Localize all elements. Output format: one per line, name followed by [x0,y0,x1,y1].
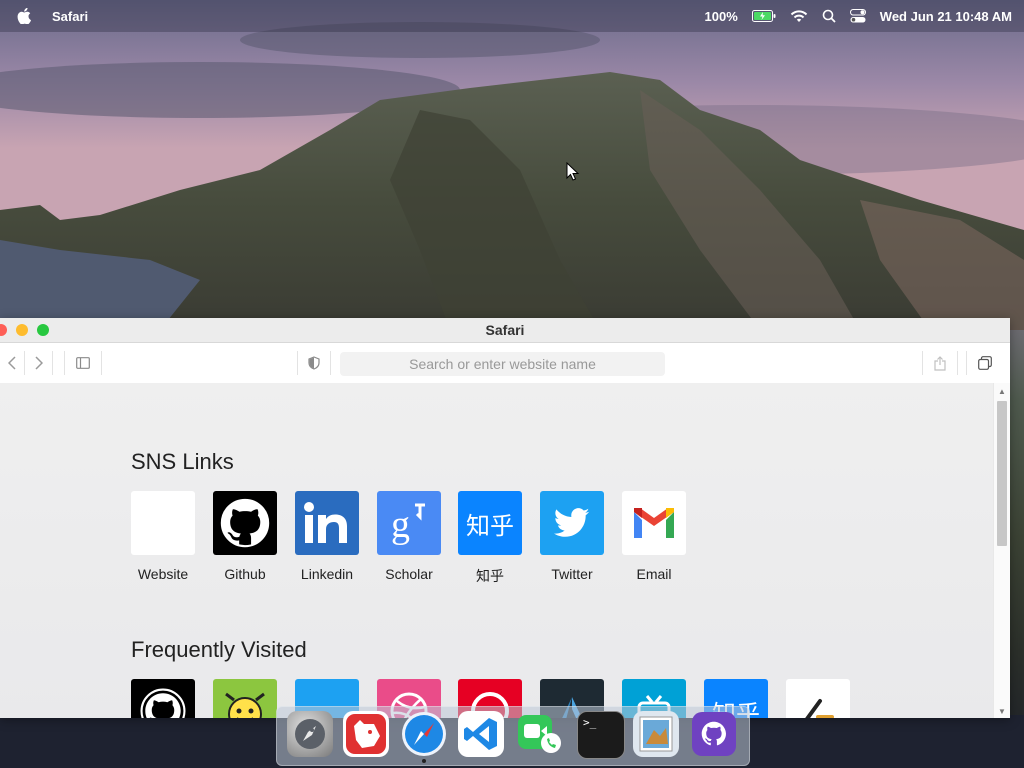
linkedin-icon [304,502,347,543]
spotlight-search-icon[interactable] [822,9,836,23]
linkedin-label: Linkedin [300,566,354,582]
github-icon [140,688,186,718]
chevron-right-icon [34,356,43,370]
zhihu-icon: 知乎 [466,511,514,540]
menu-app-name[interactable]: Safari [52,9,88,24]
tabs-icon [978,356,992,370]
scholar-link[interactable]: g [377,491,441,555]
address-bar-input[interactable] [340,352,665,376]
dock-safari[interactable] [401,711,447,757]
battery-percent: 100% [704,8,738,24]
dock: >_ [276,706,750,766]
scroll-down-arrow-icon[interactable]: ▼ [998,707,1006,716]
zhihu-label: 知乎 [476,568,504,584]
chevron-left-icon [8,356,16,370]
dock-github[interactable] [691,711,737,757]
window-title: Safari [485,322,525,338]
shield-icon [308,356,320,370]
email-link[interactable] [622,491,686,555]
github-label: Github [224,566,266,582]
bear-icon [346,714,386,754]
sidebar-icon [76,357,90,369]
github-icon [220,498,270,548]
safari-window: Safari SNS Links Website G [0,318,1010,718]
menu-bar: Safari 100% Wed Jun 21 10:48 AM [0,0,1024,32]
website-label: Website [137,566,189,582]
smiley-icon [225,692,265,718]
github-icon [692,712,736,756]
wifi-icon[interactable] [790,9,808,23]
title-bar[interactable]: Safari [0,318,1010,343]
menu-clock[interactable]: Wed Jun 21 10:48 AM [880,9,1012,24]
control-center-icon[interactable] [849,9,866,23]
frequent-smiley[interactable] [213,679,277,718]
vscode-icon [464,718,497,750]
zhihu-link[interactable]: 知乎 [458,491,522,555]
safari-icon [402,712,446,756]
start-page: SNS Links Website Github Linkedin g Scho… [0,383,994,718]
preview-icon [639,716,673,752]
twitter-link[interactable] [540,491,604,555]
safari-running-indicator [422,759,426,763]
privacy-report-button[interactable] [297,351,331,375]
linkedin-link[interactable] [295,491,359,555]
toolbar [0,343,1010,384]
zoom-window-button[interactable] [37,324,49,336]
dock-bear[interactable] [343,711,389,757]
scholar-label: Scholar [385,566,433,582]
forward-button[interactable] [25,351,53,375]
twitter-label: Twitter [551,566,593,582]
share-button[interactable] [922,351,958,375]
close-window-button[interactable] [0,324,7,336]
github-link[interactable] [213,491,277,555]
dock-facetime[interactable] [517,711,563,757]
scroll-up-arrow-icon[interactable]: ▲ [998,387,1006,396]
svg-text:g: g [391,504,410,546]
dock-vscode[interactable] [458,711,504,757]
launchpad-icon [295,719,325,749]
dock-preview[interactable] [633,711,679,757]
dock-terminal[interactable]: >_ [577,711,625,759]
share-icon [934,355,946,371]
frequent-github[interactable] [131,679,195,718]
dock-launchpad[interactable] [287,711,333,757]
sidebar-toggle-button[interactable] [64,351,102,375]
vertical-scrollbar[interactable]: ▲ ▼ [993,383,1010,718]
mouse-cursor-icon [566,162,580,181]
battery-icon[interactable] [751,10,776,22]
frequently-visited-title: Frequently Visited [131,637,307,662]
website-link[interactable] [131,491,195,555]
minimize-window-button[interactable] [16,324,28,336]
tab-overview-button[interactable] [966,351,1003,375]
apple-icon[interactable] [16,8,32,24]
back-button[interactable] [0,351,25,375]
twitter-icon [554,508,590,537]
frequent-pen[interactable] [786,679,850,718]
terminal-icon: >_ [583,716,597,729]
scholar-icon: g [391,503,425,546]
gmail-icon [634,508,674,538]
pen-icon [805,699,834,718]
facetime-icon [518,715,561,753]
sns-links-title: SNS Links [131,449,234,474]
email-label: Email [636,566,672,582]
scrollbar-thumb[interactable] [997,401,1007,546]
